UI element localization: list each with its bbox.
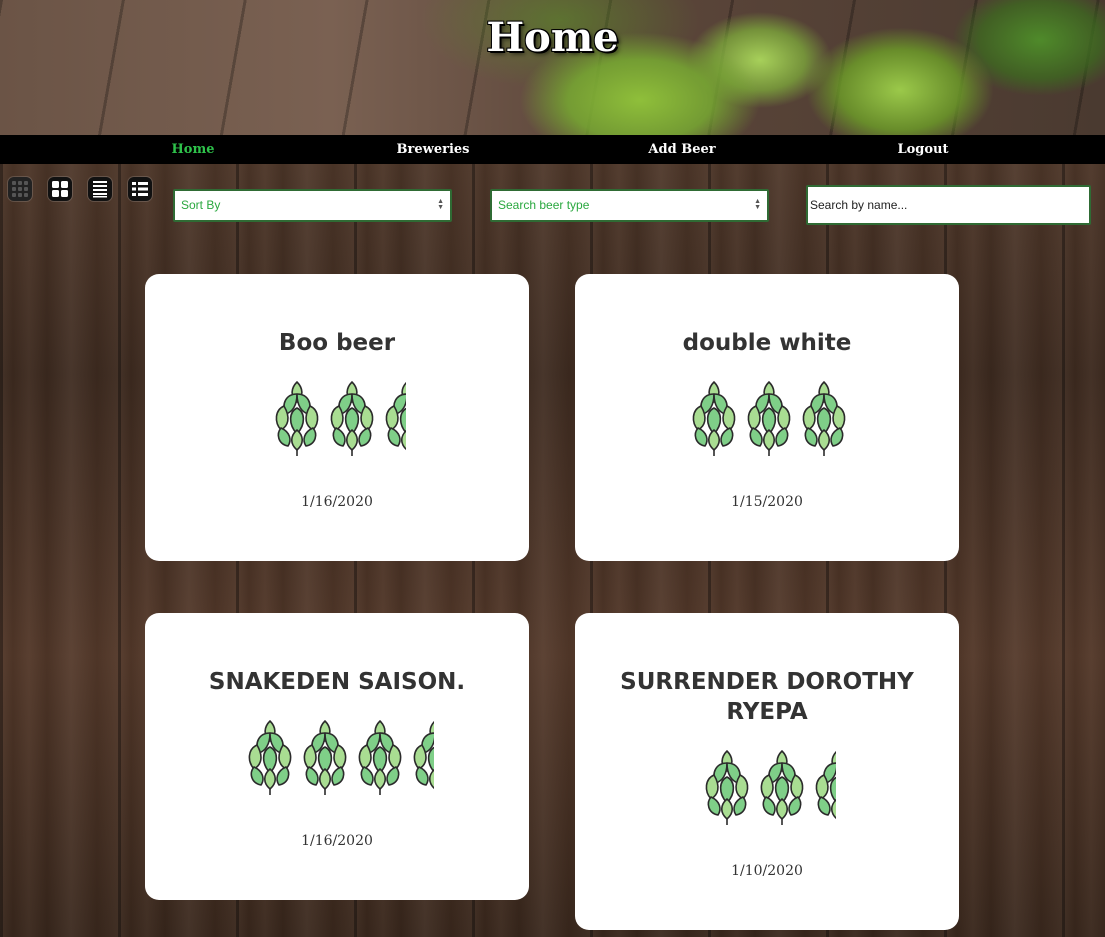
grid-3x3-icon[interactable] (8, 177, 32, 201)
hop-icon (323, 378, 378, 458)
hop-icon (753, 747, 808, 827)
beer-date: 1/10/2020 (731, 863, 803, 879)
beer-name: SURRENDER DOROTHY RYEPA (620, 669, 914, 725)
hop-icon (378, 378, 406, 458)
beer-date: 1/16/2020 (301, 494, 373, 510)
hop-icon (351, 717, 406, 797)
beer-type-select[interactable]: Search beer type ▲ ▼ (490, 189, 769, 222)
hop-icon (698, 747, 753, 827)
select-arrows-icon: ▲ ▼ (754, 198, 761, 211)
grid-2x2-icon[interactable] (48, 177, 72, 201)
hero-banner: Home (0, 0, 1105, 135)
hop-icon (241, 717, 296, 797)
search-input[interactable] (806, 185, 1091, 225)
hop-icon (406, 717, 434, 797)
beer-card[interactable]: double white 1/15/2020 (575, 274, 959, 561)
beer-date: 1/16/2020 (301, 833, 373, 849)
sort-by-value: Sort By (181, 198, 221, 212)
page-title: Home (486, 14, 619, 61)
beer-name: SNAKEDEN SAISON. (208, 669, 466, 695)
hop-icon (740, 378, 795, 458)
list-lines-icon[interactable] (88, 177, 112, 201)
beer-card[interactable]: SNAKEDEN SAISON. 1/16/2020 (145, 613, 529, 900)
hop-rating (268, 378, 406, 458)
beer-card[interactable]: Boo beer 1/16/2020 (145, 274, 529, 561)
hop-icon (685, 378, 740, 458)
beer-name: Boo beer (278, 330, 396, 356)
beer-date: 1/15/2020 (731, 494, 803, 510)
main-nav: Home Breweries Add Beer Logout (0, 135, 1105, 164)
sort-by-select[interactable]: Sort By ▲ ▼ (173, 189, 452, 222)
hop-icon (268, 378, 323, 458)
select-arrows-icon: ▲ ▼ (437, 198, 444, 211)
beer-name: double white (682, 330, 852, 356)
hop-icon (795, 378, 850, 458)
hop-icon (808, 747, 836, 827)
beer-type-value: Search beer type (498, 198, 590, 212)
list-detail-icon[interactable] (128, 177, 152, 201)
hop-rating (685, 378, 850, 458)
hop-icon (296, 717, 351, 797)
beer-card[interactable]: SURRENDER DOROTHY RYEPA 1/10/2020 (575, 613, 959, 930)
nav-logout[interactable]: Logout (897, 135, 948, 164)
hop-rating (698, 747, 836, 827)
nav-add-beer[interactable]: Add Beer (648, 135, 715, 164)
nav-breweries[interactable]: Breweries (397, 135, 470, 164)
nav-home[interactable]: Home (172, 135, 215, 164)
hop-rating (241, 717, 434, 797)
